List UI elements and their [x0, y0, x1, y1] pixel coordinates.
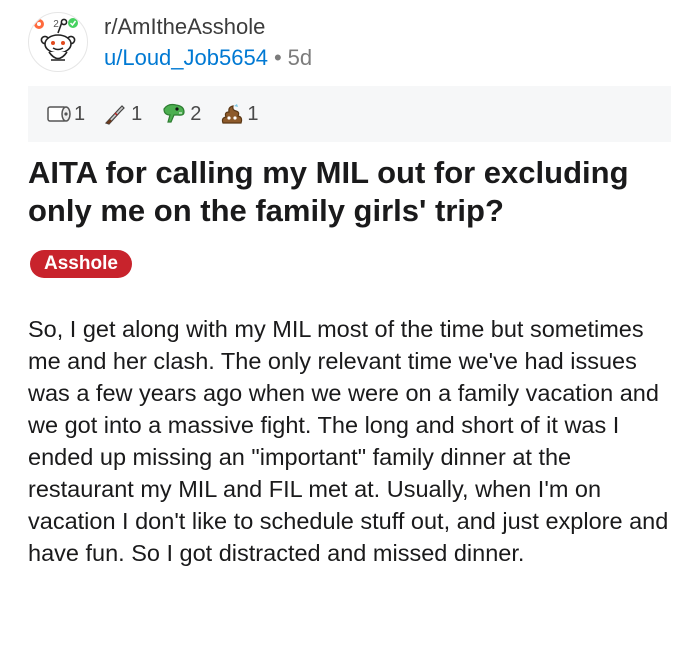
- award-count: 1: [131, 102, 143, 125]
- knife-icon: [105, 105, 125, 125]
- awards-bar[interactable]: 1 1 2 1: [28, 86, 671, 142]
- post-title[interactable]: AITA for calling my MIL out for excludin…: [28, 154, 678, 230]
- award-dinosaur[interactable]: 2: [160, 103, 201, 126]
- award-poop[interactable]: 1: [219, 102, 259, 126]
- award-count: 1: [74, 102, 86, 125]
- toilet-paper-icon: [47, 106, 71, 122]
- award-knife[interactable]: 1: [103, 103, 142, 126]
- dinosaur-icon: [163, 103, 185, 123]
- post-header: 2 r/AmItheAsshole u/Loud_Job5654 • 5d: [28, 12, 668, 72]
- avatar-badge-count: 2: [53, 19, 59, 30]
- poop-icon: [222, 104, 243, 124]
- award-count: 1: [247, 102, 259, 125]
- snoo-icon: 2: [34, 18, 78, 61]
- post-body: So, I get along with my MIL most of the …: [28, 316, 669, 566]
- subreddit-avatar[interactable]: 2: [28, 12, 88, 72]
- post-flair[interactable]: Asshole: [30, 250, 132, 278]
- author-link[interactable]: u/Loud_Job5654: [104, 45, 268, 70]
- award-toilet-paper[interactable]: 1: [46, 103, 85, 126]
- award-count: 2: [190, 102, 202, 125]
- post-age: 5d: [287, 45, 313, 70]
- subreddit-name[interactable]: r/AmItheAsshole: [104, 14, 265, 40]
- meta-separator: •: [273, 45, 282, 70]
- post-meta: u/Loud_Job5654 • 5d: [104, 45, 312, 71]
